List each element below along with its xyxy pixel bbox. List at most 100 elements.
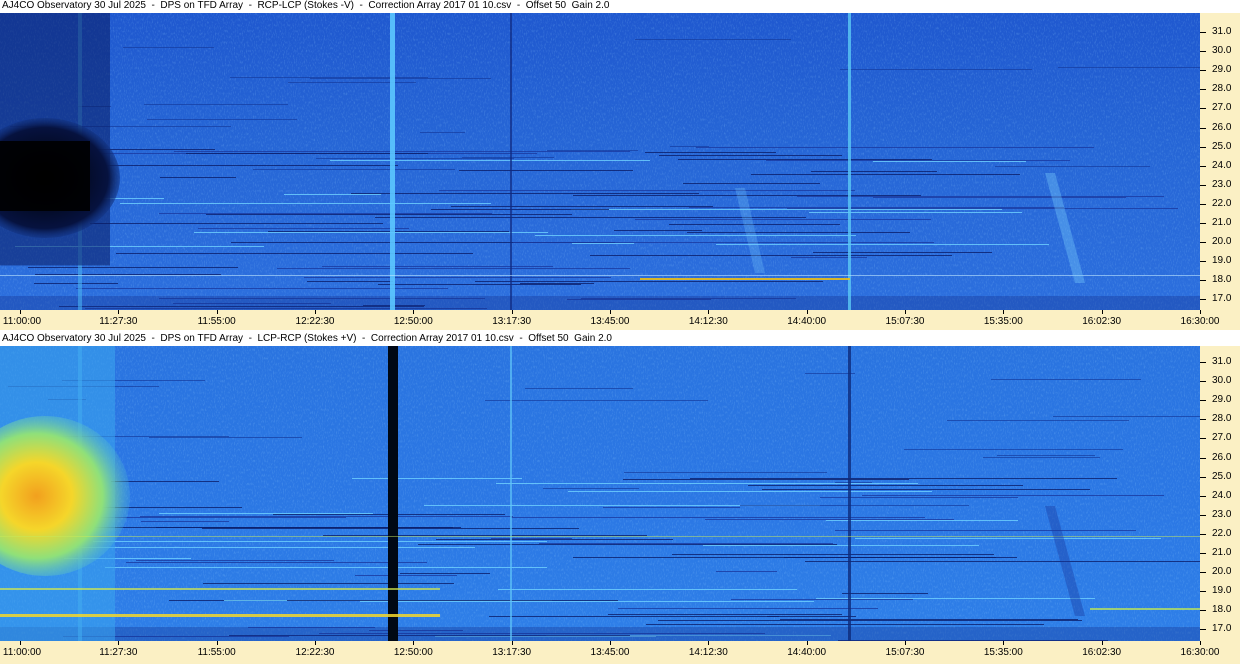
time-tick [1101,641,1103,645]
interference-line [635,39,791,40]
interference-line [1053,416,1200,417]
interference-line [253,169,455,170]
frequency-tick [1200,591,1206,593]
interference-line [489,616,779,617]
frequency-tick-label: 26.0 [1212,121,1232,133]
interference-line [351,193,699,194]
time-tick [610,641,611,645]
frequency-tick [1200,400,1206,402]
time-tick [905,310,906,314]
bright-vertical-line [390,13,395,310]
interference-line [731,599,913,600]
interference-line [511,517,925,518]
frequency-tick [1200,146,1206,148]
time-tick-label: 13:17:30 [492,316,532,327]
interference-line [28,267,238,268]
interference-line [206,214,572,215]
interference-line [543,488,639,489]
frequency-tick [1200,280,1206,282]
interference-line [159,213,492,214]
time-tick-label: 14:40:00 [787,316,827,327]
interference-line [816,598,1095,599]
interference-line [603,507,740,508]
time-tick-label: 11:27:30 [99,316,138,327]
time-tick-label: 11:27:30 [99,647,138,658]
interference-line [646,624,1044,625]
interference-line [136,560,334,561]
interference-line [307,281,393,282]
interference-line [645,152,776,153]
interference-line [116,253,473,254]
spectrogram-top[interactable] [0,13,1200,310]
interference-line [669,224,840,225]
spectrogram-bottom[interactable] [0,346,1200,641]
interference-line [791,257,867,258]
low-frequency-band [0,296,1200,310]
time-tick [1200,641,1201,645]
interference-line [284,194,381,195]
interference-line [277,268,630,269]
frequency-tick [1200,127,1206,129]
interference-line [160,177,236,178]
frequency-tick-label: 26.0 [1212,451,1232,463]
time-tick [708,310,710,314]
interference-line [475,281,823,282]
frequency-tick-label: 20.0 [1212,236,1232,248]
time-tick-label: 12:22:30 [295,647,335,658]
interference-line [462,157,554,158]
interference-line [360,601,814,602]
time-tick-label: 13:17:30 [492,647,532,658]
interference-line [224,600,287,601]
vertical-artifact [510,13,512,310]
interference-line [687,232,910,233]
interference-line [995,166,1150,167]
frequency-tick-label: 23.0 [1212,508,1232,520]
dark-vertical-band [388,346,398,641]
interference-line [310,78,491,79]
interference-line [762,489,1090,490]
interference-line [547,150,638,151]
frequency-tick [1200,108,1206,110]
time-tick [20,641,21,645]
frequency-tick [1200,495,1206,497]
frequency-tick [1200,242,1206,244]
frequency-tick-label: 19.0 [1212,585,1232,597]
interference-line [658,620,1082,621]
time-tick [1003,641,1005,645]
frequency-tick-label: 31.0 [1212,356,1232,367]
interference-line [947,420,1129,421]
time-tick [413,641,415,645]
interference-line [459,170,633,171]
interference-line [1058,67,1200,68]
time-axis-top: 11:00:00 11:27:30 11:55:00 12:22:30 12:50:00… [0,310,1240,330]
time-tick-label: 13:45:00 [590,316,630,327]
frequency-tick-label: 24.0 [1212,489,1232,501]
time-tick-label: 11:55:00 [197,316,236,327]
interference-line [141,521,229,522]
frequency-tick [1200,572,1206,574]
interference-line [862,495,1164,496]
frequency-tick [1200,610,1206,612]
frequency-tick-label: 19.0 [1212,255,1232,267]
interference-line [623,479,909,480]
frequency-tick-label: 29.0 [1212,64,1232,76]
time-tick-label: 11:00:00 [2,316,42,327]
frequency-tick-label: 30.0 [1212,375,1232,387]
interference-line [696,147,1094,148]
interference-line [568,491,932,492]
interference-line [159,513,373,514]
frequency-tick-label: 22.0 [1212,197,1232,209]
interference-line [149,437,302,438]
panel-title-top: AJ4CO Observatory 30 Jul 2025 - DPS on T… [2,0,610,11]
frequency-tick-label: 25.0 [1212,470,1232,482]
frequency-tick-label: 30.0 [1212,45,1232,57]
frequency-tick [1200,70,1206,72]
time-tick [511,310,513,314]
noise-texture [0,346,1200,641]
interference-line [322,266,553,267]
frequency-tick-label: 29.0 [1212,394,1232,406]
frequency-tick-label: 18.0 [1212,604,1232,616]
interference-line [316,158,514,159]
emission-streak [0,614,440,617]
interference-line [716,244,1049,245]
